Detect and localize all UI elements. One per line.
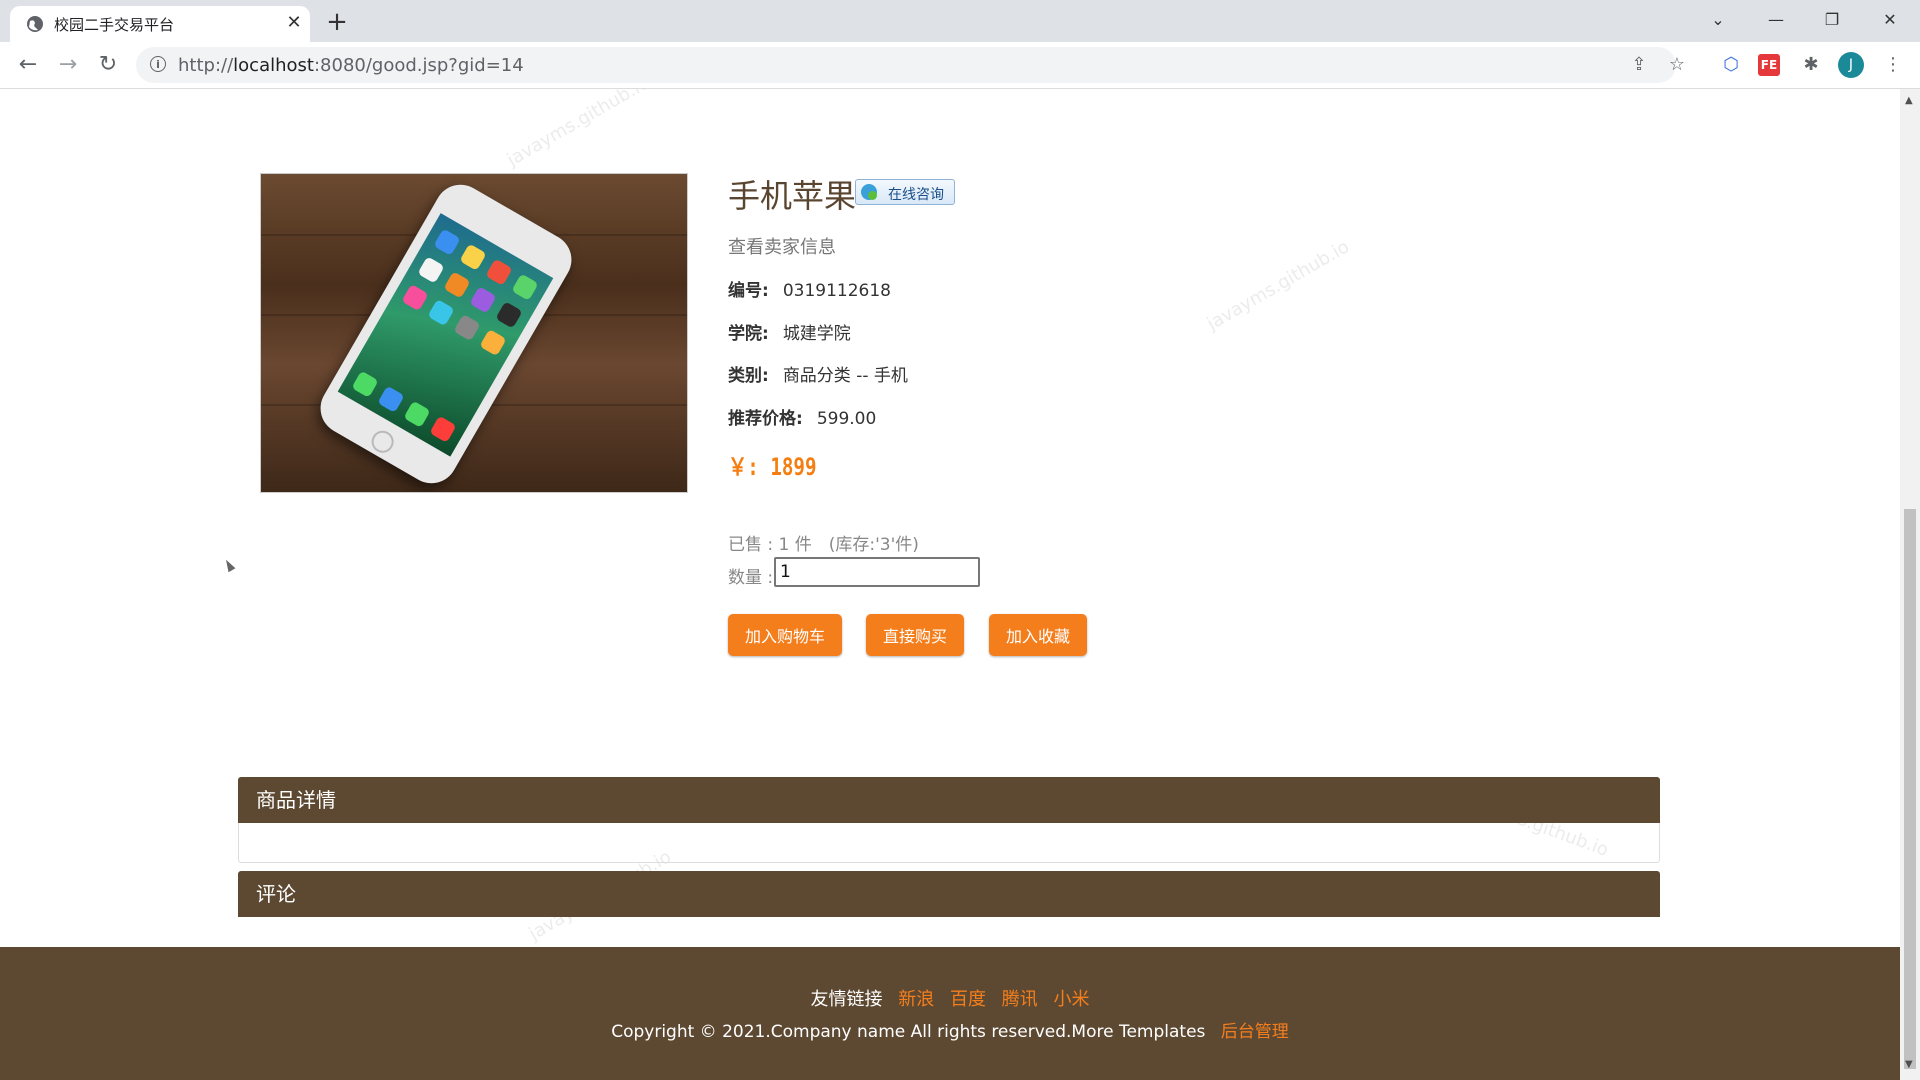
- info-row-id: 编号: 0319112618: [728, 281, 891, 301]
- footer: 友情链接 新浪 百度 腾讯 小米 Copyright © 2021.Compan…: [0, 947, 1900, 1080]
- phone-photo: [311, 175, 581, 492]
- scroll-thumb[interactable]: [1904, 509, 1916, 1069]
- add-favorite-button[interactable]: 加入收藏: [989, 614, 1087, 656]
- url-text: http://localhost:8080/good.jsp?gid=14: [178, 55, 524, 76]
- close-window-icon[interactable]: ✕: [1868, 6, 1912, 34]
- link-tencent[interactable]: 腾讯: [1002, 989, 1038, 1010]
- add-to-cart-button[interactable]: 加入购物车: [728, 614, 842, 656]
- product-image: [260, 173, 688, 493]
- scroll-up-icon[interactable]: ▲: [1905, 95, 1913, 106]
- browser-tab[interactable]: 校园二手交易平台 ✕: [10, 6, 310, 42]
- close-tab-icon[interactable]: ✕: [282, 11, 306, 35]
- forward-icon[interactable]: →: [54, 51, 82, 79]
- extensions-puzzle-icon[interactable]: ✱: [1798, 52, 1824, 78]
- friend-links: 友情链接 新浪 百度 腾讯 小米: [0, 985, 1900, 1011]
- share-icon[interactable]: ⇪: [1628, 54, 1650, 76]
- restore-icon[interactable]: ❐: [1810, 6, 1854, 34]
- extension-fe-icon[interactable]: FE: [1758, 54, 1780, 76]
- friend-links-label: 友情链接: [810, 989, 883, 1010]
- view-seller-link[interactable]: 查看卖家信息: [728, 233, 836, 259]
- page-scrollbar[interactable]: ▲ ▼: [1900, 89, 1920, 1080]
- bookmark-star-icon[interactable]: ☆: [1666, 54, 1688, 76]
- profile-avatar[interactable]: J: [1838, 52, 1864, 78]
- copyright-text: Copyright © 2021.Company name All rights…: [611, 1022, 1206, 1042]
- back-icon[interactable]: ←: [14, 51, 42, 79]
- watermark: javayms.github.io: [1203, 236, 1353, 335]
- section-details-header: 商品详情: [238, 777, 1660, 823]
- quantity-label: 数量 :: [728, 568, 774, 588]
- new-tab-icon[interactable]: +: [322, 7, 352, 37]
- menu-dots-icon[interactable]: ⋮: [1880, 52, 1906, 78]
- link-sina[interactable]: 新浪: [898, 989, 934, 1010]
- browser-tab-bar: 校园二手交易平台 ✕ + ⌄ — ❐ ✕: [0, 0, 1920, 42]
- online-consult-button[interactable]: 在线咨询: [855, 179, 955, 205]
- watermark: javayms.github.io: [503, 89, 653, 171]
- info-row-college: 学院: 城建学院: [728, 324, 851, 344]
- browser-toolbar: ← → ↻ i http://localhost:8080/good.jsp?g…: [0, 42, 1920, 89]
- section-comments-header: 评论: [238, 871, 1660, 917]
- mouse-cursor: [222, 557, 236, 573]
- link-baidu[interactable]: 百度: [950, 989, 986, 1010]
- info-row-recommended-price: 推荐价格: 599.00: [728, 409, 877, 429]
- sold-stock-text: 已售 : 1 件 (库存:'3'件): [728, 535, 919, 555]
- chat-icon: [861, 184, 877, 200]
- consult-label: 在线咨询: [888, 187, 944, 203]
- admin-link[interactable]: 后台管理: [1221, 1022, 1289, 1042]
- page-content: javayms.github.io javayms.github.io java…: [0, 89, 1900, 1080]
- minimize-icon[interactable]: —: [1754, 6, 1798, 34]
- globe-icon: [27, 16, 43, 32]
- buy-now-button[interactable]: 直接购买: [866, 614, 964, 656]
- address-bar[interactable]: i http://localhost:8080/good.jsp?gid=14 …: [136, 47, 1685, 83]
- reload-icon[interactable]: ↻: [94, 51, 122, 79]
- copyright: Copyright © 2021.Company name All rights…: [0, 1017, 1900, 1042]
- product-title: 手机苹果: [728, 177, 857, 215]
- extension-hex-icon[interactable]: ⬡: [1718, 52, 1744, 78]
- product-price: ￥: 1899: [728, 453, 817, 481]
- tab-title: 校园二手交易平台: [54, 16, 175, 34]
- site-info-icon[interactable]: i: [150, 56, 166, 72]
- quantity-input[interactable]: [774, 557, 980, 587]
- link-xiaomi[interactable]: 小米: [1053, 989, 1089, 1010]
- section-details-body: [238, 823, 1660, 863]
- scroll-down-icon[interactable]: ▼: [1905, 1059, 1913, 1070]
- info-row-category: 类别: 商品分类 -- 手机: [728, 366, 908, 386]
- tab-search-icon[interactable]: ⌄: [1696, 6, 1740, 34]
